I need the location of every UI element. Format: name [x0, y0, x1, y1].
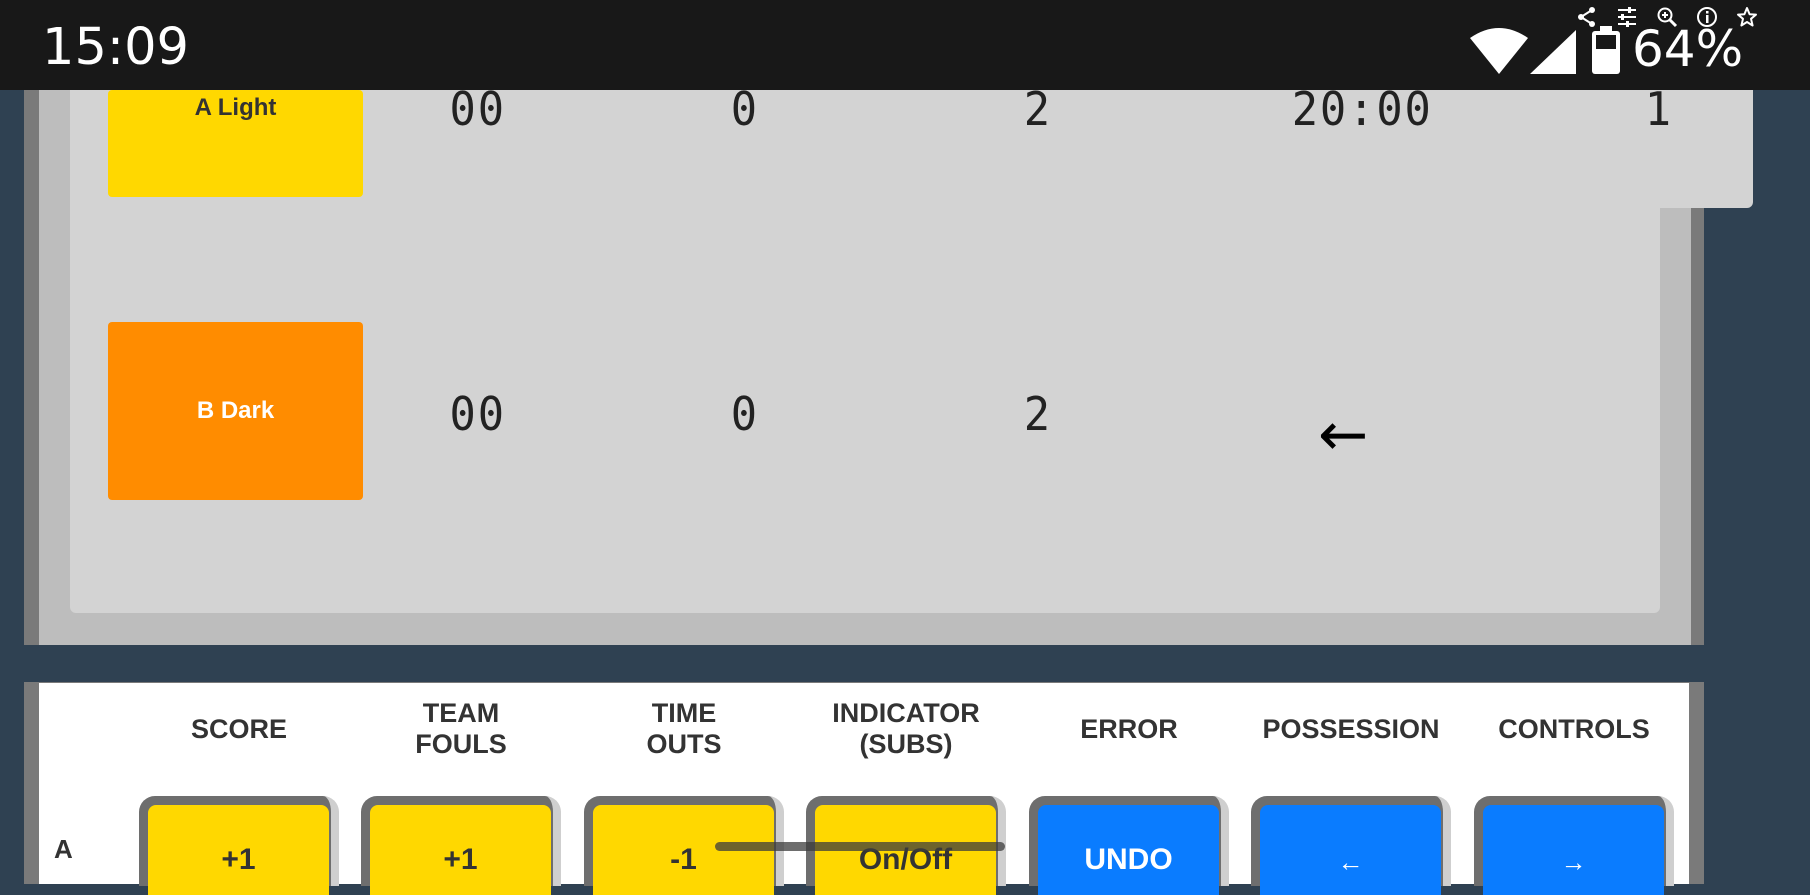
undo-button[interactable]: UNDO: [1038, 805, 1219, 895]
possession-left-button[interactable]: ←: [1260, 805, 1441, 895]
header-label: POSSESSION: [1262, 714, 1440, 744]
header-label: TIME: [651, 698, 717, 728]
header-controls: CONTROLS: [1459, 714, 1689, 745]
wifi-icon: [1470, 28, 1528, 74]
team-a-name[interactable]: A Light: [108, 90, 363, 197]
header-time-outs: TIME OUTS: [569, 698, 799, 760]
team-b-name[interactable]: B Dark: [108, 322, 363, 500]
header-score: SCORE: [124, 714, 354, 745]
controls-button-frame: →: [1474, 796, 1674, 895]
score-plus-one-button[interactable]: +1: [148, 805, 329, 895]
team-fouls-plus-one-button[interactable]: +1: [370, 805, 551, 895]
timeouts-button-frame: -1: [584, 796, 784, 895]
signal-icon: [1530, 30, 1576, 74]
team-b-timeouts: 0: [730, 387, 759, 441]
battery-icon: [1592, 26, 1620, 74]
status-time: 15:09: [42, 18, 189, 77]
header-indicator-subs: INDICATOR (SUBS): [791, 698, 1021, 760]
score-button-frame: +1: [139, 796, 339, 895]
status-bar: 15:09 64%: [0, 0, 1810, 90]
header-label: ERROR: [1080, 714, 1178, 744]
row-a-label: A: [54, 834, 73, 864]
game-clock: 20:00: [1291, 82, 1433, 136]
team-a-score: 00: [449, 82, 506, 136]
period: 1: [1644, 82, 1673, 136]
team-a-timeouts: 0: [730, 82, 759, 136]
gesture-nav-handle[interactable]: [715, 842, 1005, 851]
header-label: INDICATOR: [832, 698, 980, 728]
error-button-frame: UNDO: [1029, 796, 1229, 895]
header-label: TEAM: [422, 698, 500, 728]
header-label: FOULS: [415, 729, 507, 759]
indicator-button-frame: On/Off: [806, 796, 1006, 895]
share-icon[interactable]: [1576, 6, 1598, 28]
possession-button-frame: ←: [1251, 796, 1451, 895]
header-label: OUTS: [646, 729, 722, 759]
header-label: CONTROLS: [1498, 714, 1650, 744]
team-a-fouls: 2: [1023, 82, 1052, 136]
team-b-fouls: 2: [1023, 387, 1052, 441]
header-label: SCORE: [190, 714, 288, 744]
header-possession: POSSESSION: [1236, 714, 1466, 745]
battery-percent: 64%: [1632, 20, 1744, 78]
team-b-score: 00: [449, 387, 506, 441]
team-fouls-button-frame: +1: [361, 796, 561, 895]
header-team-fouls: TEAM FOULS: [346, 698, 576, 760]
possession-arrow: ←: [1318, 400, 1369, 470]
header-label: (SUBS): [859, 729, 953, 759]
header-error: ERROR: [1014, 714, 1244, 745]
possession-right-button[interactable]: →: [1483, 805, 1664, 895]
